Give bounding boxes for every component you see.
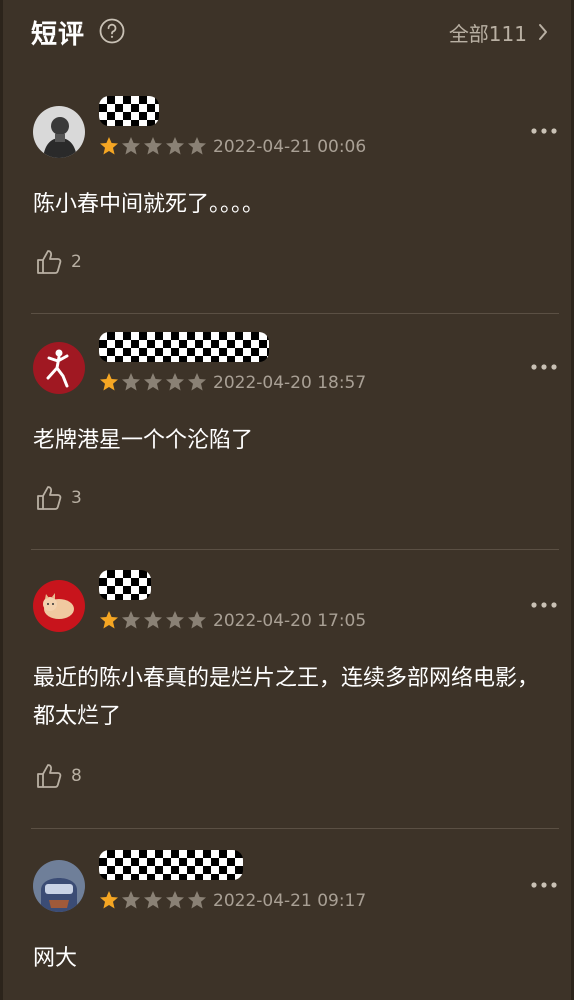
star-empty-icon xyxy=(166,137,184,155)
star-rating xyxy=(99,372,207,392)
section-title: 短评 xyxy=(31,20,86,50)
star-empty-icon xyxy=(188,611,206,629)
user-avatar[interactable] xyxy=(33,342,85,394)
star-empty-icon xyxy=(188,137,206,155)
more-options-icon[interactable] xyxy=(529,126,559,136)
star-empty-icon xyxy=(166,611,184,629)
star-filled-icon xyxy=(100,373,118,391)
user-avatar[interactable] xyxy=(33,106,85,158)
thumbs-up-icon xyxy=(37,764,62,788)
user-avatar[interactable] xyxy=(33,860,85,912)
star-empty-icon xyxy=(122,137,140,155)
comment-item: 2022-04-20 17:05 最近的陈小春真的是烂片之王，连续多部网络电影，… xyxy=(31,570,559,820)
more-options-icon[interactable] xyxy=(529,880,559,890)
comment-item: 2022-04-21 00:06 陈小春中间就死了。。。。 2 xyxy=(31,96,559,306)
more-options-icon[interactable] xyxy=(529,600,559,610)
like-button[interactable]: 3 xyxy=(35,484,82,512)
username-redacted[interactable] xyxy=(99,96,159,126)
like-count: 2 xyxy=(71,252,82,272)
comment-text: 老牌港星一个个沦陷了 xyxy=(33,428,254,453)
view-all-label: 全部111 xyxy=(448,21,527,46)
comment-date: 2022-04-21 09:17 xyxy=(213,891,367,911)
star-empty-icon xyxy=(122,891,140,909)
divider xyxy=(31,828,559,829)
star-empty-icon xyxy=(144,611,162,629)
like-button[interactable]: 2 xyxy=(35,248,82,276)
star-rating xyxy=(99,890,207,910)
comment-date: 2022-04-21 00:06 xyxy=(213,137,367,157)
username-redacted[interactable] xyxy=(99,850,243,880)
chevron-right-icon xyxy=(539,24,547,40)
star-empty-icon xyxy=(166,373,184,391)
star-empty-icon xyxy=(144,891,162,909)
like-count: 3 xyxy=(71,488,82,508)
user-avatar[interactable] xyxy=(33,580,85,632)
divider xyxy=(31,313,559,314)
star-empty-icon xyxy=(188,891,206,909)
username-redacted[interactable] xyxy=(99,570,151,600)
short-reviews-page: 短评 全部111 2022-04-21 00:06 陈小春中间就死了。。。。 2… xyxy=(0,0,574,1000)
view-all-link[interactable]: 全部111 xyxy=(449,18,549,46)
like-count: 8 xyxy=(71,766,82,786)
like-button[interactable]: 8 xyxy=(35,762,82,790)
thumbs-up-icon xyxy=(37,486,62,510)
star-filled-icon xyxy=(100,891,118,909)
help-icon[interactable] xyxy=(99,18,125,44)
star-empty-icon xyxy=(122,611,140,629)
thumbs-up-icon xyxy=(37,250,62,274)
more-options-icon[interactable] xyxy=(529,362,559,372)
star-empty-icon xyxy=(144,373,162,391)
comment-text: 网大 xyxy=(33,946,78,971)
star-empty-icon xyxy=(166,891,184,909)
divider xyxy=(31,549,559,550)
comment-item: 2022-04-21 09:17 网大 xyxy=(31,850,559,1000)
star-rating xyxy=(99,610,207,630)
comment-text: 最近的陈小春真的是烂片之王，连续多部网络电影，都太烂了 xyxy=(33,666,540,729)
header: 短评 全部111 xyxy=(3,0,571,64)
username-redacted[interactable] xyxy=(99,332,269,362)
comment-date: 2022-04-20 18:57 xyxy=(213,373,367,393)
star-empty-icon xyxy=(188,373,206,391)
star-empty-icon xyxy=(122,373,140,391)
comment-date: 2022-04-20 17:05 xyxy=(213,611,367,631)
star-filled-icon xyxy=(100,137,118,155)
comment-item: 2022-04-20 18:57 老牌港星一个个沦陷了 3 xyxy=(31,332,559,542)
comment-text: 陈小春中间就死了。。。。 xyxy=(33,192,265,217)
star-empty-icon xyxy=(144,137,162,155)
star-filled-icon xyxy=(100,611,118,629)
star-rating xyxy=(99,136,207,156)
